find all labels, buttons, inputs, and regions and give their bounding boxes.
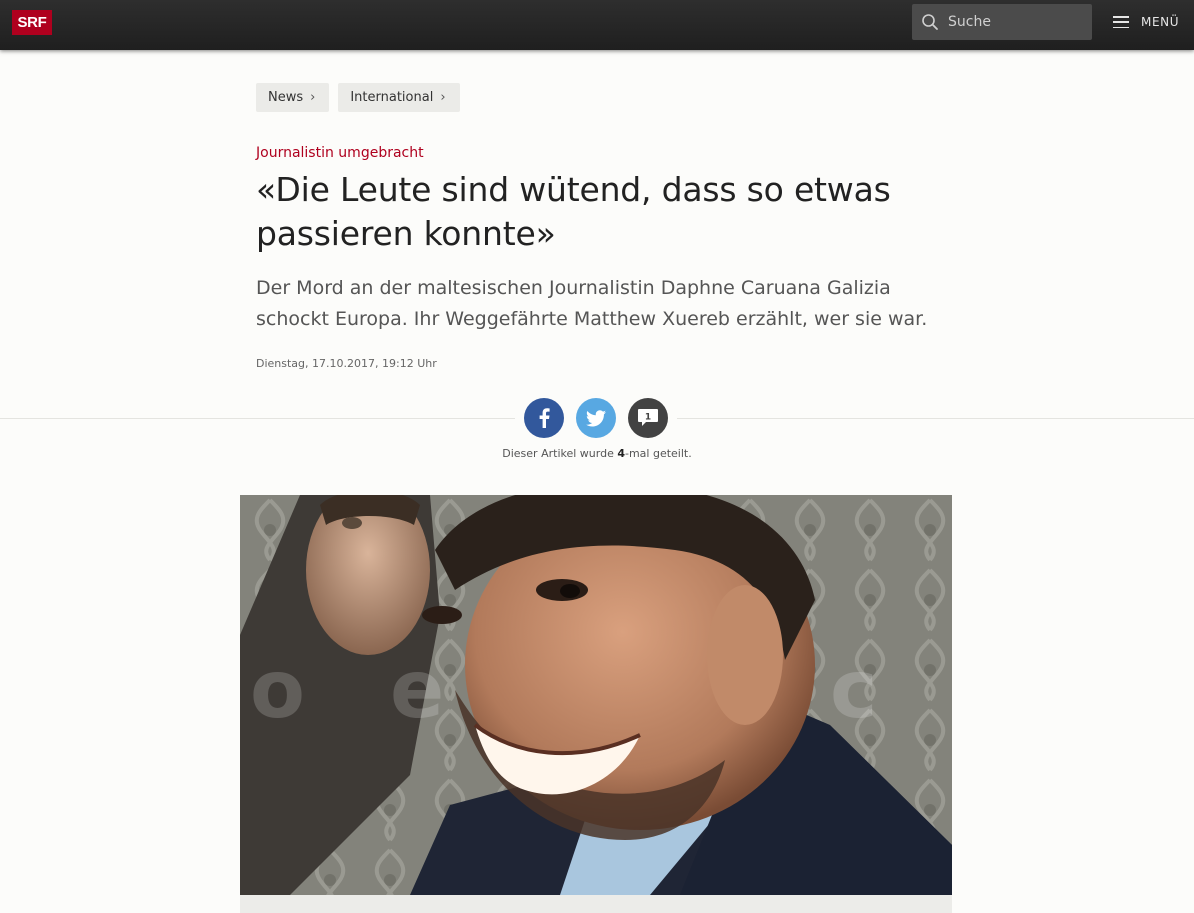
share-note-suffix: -mal geteilt. [625, 447, 692, 460]
hamburger-icon[interactable] [1113, 16, 1129, 28]
breadcrumb-label[interactable]: International [350, 90, 433, 105]
comment-count: 1 [645, 413, 651, 423]
twitter-icon [586, 409, 606, 426]
menu-label[interactable]: MENÜ [1141, 15, 1179, 29]
comments-button[interactable]: 1 [628, 398, 668, 438]
top-navigation-bar: SRF Suche MENÜ [0, 0, 1194, 50]
search-input[interactable]: Suche [948, 14, 991, 30]
article-headline: «Die Leute sind wütend, dass so etwas pa… [256, 170, 891, 253]
article-lead-image[interactable]: o e c [240, 495, 952, 895]
article-date: Dienstag, 17.10.2017, 19:12 Uhr [256, 357, 437, 370]
share-count: 4 [617, 447, 625, 460]
menu-button[interactable]: MENÜ [1113, 12, 1179, 32]
share-note-prefix: Dieser Artikel wurde [502, 447, 618, 460]
facebook-share-button[interactable] [524, 398, 564, 438]
chevron-right-icon: › [440, 90, 446, 105]
breadcrumb-international[interactable]: International › [338, 83, 460, 112]
facebook-icon [539, 408, 550, 428]
article-lead: Der Mord an der maltesischen Journalisti… [256, 277, 928, 330]
search-box[interactable]: Suche [912, 4, 1092, 40]
breadcrumb-label[interactable]: News [268, 90, 303, 105]
srf-logo[interactable]: SRF [12, 10, 52, 35]
svg-text:o: o [250, 643, 305, 736]
image-caption-area [240, 895, 952, 913]
search-icon[interactable] [912, 4, 948, 40]
svg-text:e: e [390, 643, 444, 736]
breadcrumb: News › International › [256, 83, 460, 112]
share-buttons: 1 [515, 398, 677, 438]
svg-text:c: c [830, 643, 877, 736]
breadcrumb-news[interactable]: News › [256, 83, 330, 112]
article-kicker: Journalistin umgebracht [256, 145, 424, 161]
twitter-share-button[interactable] [576, 398, 616, 438]
share-count-note: Dieser Artikel wurde 4-mal geteilt. [0, 447, 1194, 460]
chevron-right-icon: › [310, 90, 316, 105]
comment-bubble-icon: 1 [638, 409, 658, 426]
